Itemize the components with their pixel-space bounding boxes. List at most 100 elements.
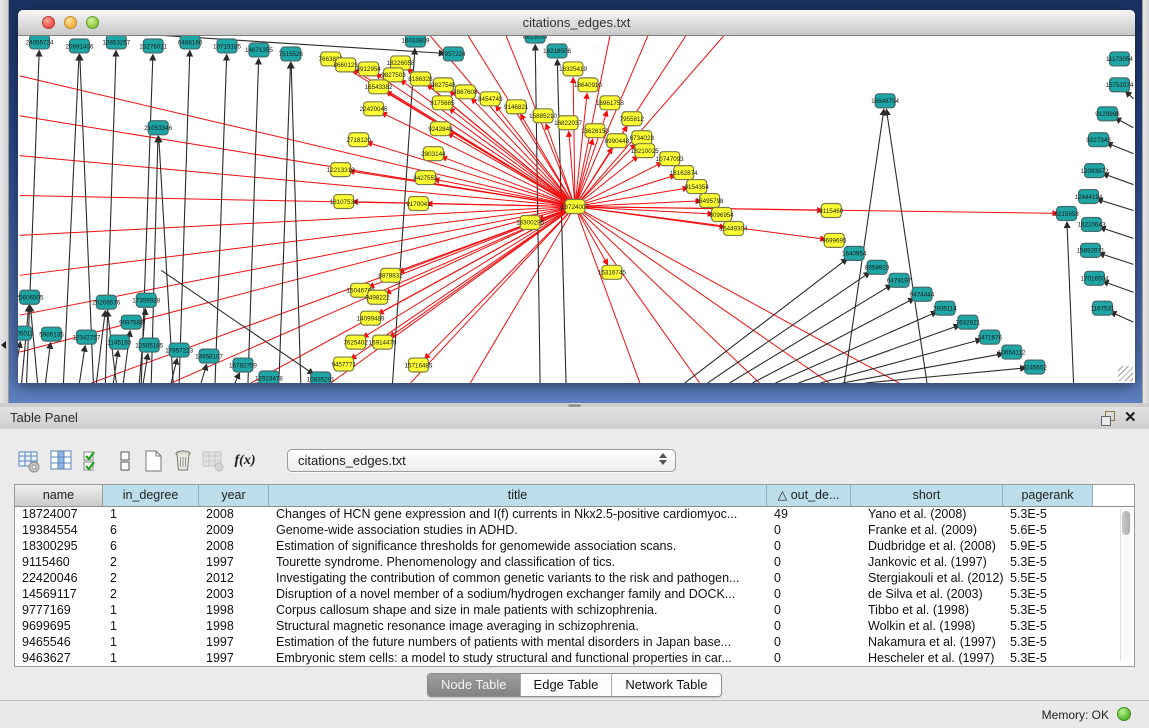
network-edge[interactable] [1103, 174, 1133, 185]
network-node[interactable]: 8958923 [865, 260, 890, 274]
network-node[interactable]: 16162874 [670, 166, 698, 180]
network-window[interactable]: citations_edges.txt 24055724 20691406 10… [18, 10, 1135, 383]
column-header-6[interactable]: pagerank [1003, 485, 1093, 506]
network-node[interactable]: 8990448 [605, 134, 630, 148]
network-node[interactable]: 2867608 [453, 85, 478, 99]
table-cell[interactable]: 2009 [199, 523, 269, 539]
network-graph[interactable]: 24055724 20691406 10853257 15276021 6466… [18, 36, 1135, 383]
table-cell[interactable]: 0 [767, 571, 851, 587]
network-edge[interactable] [201, 365, 206, 383]
table-cell[interactable]: 9777169 [15, 603, 103, 619]
network-node[interactable]: 1145193 [107, 335, 131, 349]
table-cell[interactable]: 2012 [199, 571, 269, 587]
network-node[interactable]: 14099489 [357, 311, 385, 325]
table-row[interactable]: 946554611997Estimation of the future num… [15, 635, 1134, 651]
table-cell[interactable]: 2003 [199, 587, 269, 603]
column-header-1[interactable]: in_degree [103, 485, 199, 506]
table-cell[interactable]: Genome-wide association studies in ADHD. [269, 523, 767, 539]
memory-status-icon[interactable] [1117, 707, 1131, 721]
table-row[interactable]: 1456911722003Disruption of a novel membe… [15, 587, 1134, 603]
network-node[interactable]: 10835291 [307, 372, 335, 383]
network-edge[interactable] [248, 59, 259, 383]
table-cell[interactable]: 18300295 [15, 539, 103, 555]
network-canvas[interactable]: 24055724 20691406 10853257 15276021 6466… [18, 36, 1135, 383]
table-cell[interactable]: 6 [103, 523, 199, 539]
collapse-left-icon[interactable] [1, 341, 6, 349]
network-node[interactable]: 5905135 [39, 327, 64, 341]
network-node[interactable]: 9227343 [1086, 133, 1111, 147]
network-node[interactable]: 8905013 [18, 326, 34, 340]
network-node[interactable]: 20206576 [92, 295, 120, 309]
network-node[interactable]: 17359928 [132, 293, 160, 307]
network-edge[interactable] [179, 51, 190, 383]
table-cell[interactable]: 5.3E-5 [1003, 587, 1093, 603]
network-edge[interactable] [730, 285, 892, 383]
network-edge[interactable] [575, 156, 638, 206]
table-cell[interactable]: 1 [103, 651, 199, 667]
table-cell[interactable]: 0 [767, 635, 851, 651]
network-edge[interactable] [886, 110, 927, 383]
table-cell[interactable]: 18724007 [15, 507, 103, 523]
network-node[interactable]: 7625402 [343, 335, 368, 349]
network-node[interactable]: 14671355 [245, 43, 273, 57]
tab-node-table[interactable]: Node Table [428, 674, 520, 696]
network-edge[interactable] [1100, 227, 1133, 238]
network-edge[interactable] [378, 207, 575, 314]
network-node[interactable]: 8427552 [413, 171, 438, 185]
network-edge[interactable] [557, 60, 566, 383]
table-source-select[interactable]: citations_edges.txt [287, 449, 676, 472]
network-node[interactable]: 12093872 [1081, 164, 1109, 178]
network-node[interactable]: 7515526 [279, 47, 304, 61]
network-edge[interactable] [575, 207, 829, 383]
right-collapse-strip[interactable] [1142, 0, 1149, 403]
network-node[interactable]: 8096954 [709, 208, 734, 222]
network-node[interactable]: 16648794 [871, 94, 899, 108]
table-cell[interactable]: 1 [103, 635, 199, 651]
network-edge[interactable] [1115, 118, 1133, 128]
table-row[interactable]: 946362711997Embryonic stem cells: a mode… [15, 651, 1134, 667]
network-node[interactable]: 2718120 [346, 133, 371, 147]
network-edge[interactable] [143, 354, 148, 383]
network-node[interactable]: 7955812 [620, 112, 645, 126]
network-node[interactable]: 11173054 [1106, 52, 1133, 66]
table-cell[interactable]: Estimation of significance thresholds fo… [269, 539, 767, 555]
table-cell[interactable]: Jankovic et al. (1997) [851, 555, 1003, 571]
table-cell[interactable]: 0 [767, 587, 851, 603]
table-cell[interactable]: 22420046 [15, 571, 103, 587]
network-node[interactable]: 16782759 [229, 358, 257, 372]
network-edge[interactable] [235, 373, 239, 383]
network-node[interactable]: 17957223 [165, 343, 193, 357]
table-cell[interactable]: Tibbo et al. (1998) [851, 603, 1003, 619]
table-cell[interactable]: 2 [103, 571, 199, 587]
table-cell[interactable]: 9699695 [15, 619, 103, 635]
network-node[interactable]: 8454743 [478, 92, 503, 106]
table-cell[interactable]: 1997 [199, 651, 269, 667]
network-edge[interactable] [96, 311, 105, 383]
network-node[interactable]: 10853257 [102, 36, 130, 49]
network-edge[interactable] [1067, 222, 1074, 383]
table-cell[interactable]: 0 [767, 619, 851, 635]
network-node[interactable]: 15276021 [139, 39, 167, 53]
network-edge[interactable] [775, 312, 936, 383]
network-node[interactable]: 9245652 [1022, 360, 1047, 374]
network-edge[interactable] [575, 207, 700, 383]
table-cell[interactable]: 6 [103, 539, 199, 555]
table-cell[interactable]: Embryonic stem cells: a model to study s… [269, 651, 767, 667]
network-edge[interactable] [425, 207, 575, 359]
network-node[interactable]: 9175685 [430, 96, 455, 110]
network-node[interactable]: 16543382 [365, 80, 393, 94]
table-cell[interactable]: 5.3E-5 [1003, 635, 1093, 651]
network-edge[interactable] [575, 207, 825, 240]
network-edge[interactable] [18, 342, 20, 383]
column-header-3[interactable]: title [269, 485, 767, 506]
table-cell[interactable]: de Silva et al. (2003) [851, 587, 1003, 603]
network-node[interactable]: 18640910 [574, 78, 602, 92]
network-edge[interactable] [1097, 199, 1133, 210]
network-node[interactable]: 16961758 [596, 96, 624, 110]
network-node[interactable]: 8813054 [523, 36, 548, 43]
network-node[interactable]: 6466160 [178, 36, 203, 49]
table-cell[interactable]: 1998 [199, 603, 269, 619]
network-node[interactable]: 8660123 [333, 58, 358, 72]
table-cell[interactable]: 0 [767, 555, 851, 571]
network-node[interactable]: 18325419 [559, 62, 587, 76]
